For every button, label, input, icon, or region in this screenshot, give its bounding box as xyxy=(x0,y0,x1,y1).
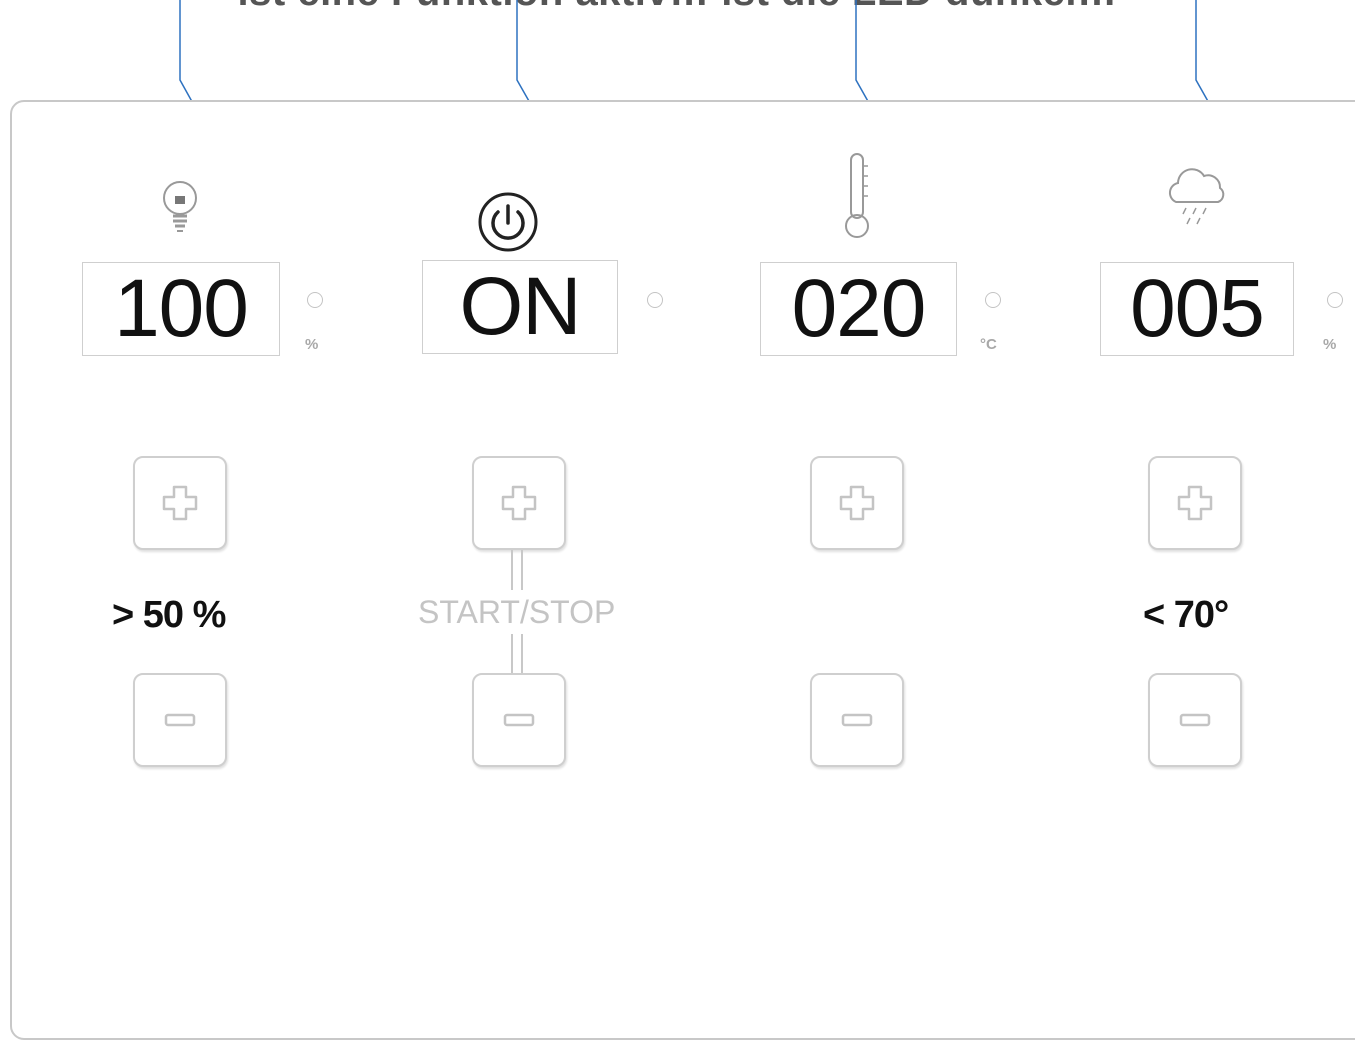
thermometer-icon xyxy=(845,153,869,238)
minus-button-channel-2[interactable] xyxy=(472,673,566,767)
plus-button-channel-2[interactable] xyxy=(472,456,566,550)
minus-icon xyxy=(503,713,535,727)
connector-line xyxy=(521,634,523,674)
minus-icon xyxy=(164,713,196,727)
light-bulb-icon xyxy=(163,181,197,232)
plus-icon xyxy=(1177,485,1213,521)
minus-button-channel-1[interactable] xyxy=(133,673,227,767)
minus-icon xyxy=(1179,713,1211,727)
connector-line xyxy=(511,550,513,590)
minus-icon xyxy=(841,713,873,727)
start-stop-label: START/STOP xyxy=(418,594,616,630)
unit-channel-1: % xyxy=(305,336,319,353)
led-channel-4 xyxy=(1327,292,1343,308)
display-channel-4: 005 xyxy=(1100,262,1294,356)
display-channel-3: 020 xyxy=(760,262,957,356)
display-channel-1: 100 xyxy=(82,262,280,356)
plus-button-channel-1[interactable] xyxy=(133,456,227,550)
plus-icon xyxy=(501,485,537,521)
power-icon xyxy=(478,192,538,252)
rain-cloud-icon xyxy=(1168,168,1225,225)
plus-button-channel-3[interactable] xyxy=(810,456,904,550)
unit-channel-3: °C xyxy=(980,336,997,353)
display-channel-2: ON xyxy=(422,260,618,354)
unit-channel-4: % xyxy=(1323,336,1337,353)
plus-icon xyxy=(162,485,198,521)
plus-button-channel-4[interactable] xyxy=(1148,456,1242,550)
connector-line xyxy=(521,550,523,590)
minus-button-channel-3[interactable] xyxy=(810,673,904,767)
minus-button-channel-4[interactable] xyxy=(1148,673,1242,767)
plus-icon xyxy=(839,485,875,521)
note-channel-4: < 70° xyxy=(1143,594,1229,636)
note-channel-1: > 50 % xyxy=(112,594,226,636)
connector-line xyxy=(511,634,513,674)
led-channel-2 xyxy=(647,292,663,308)
control-panel xyxy=(10,100,1355,1040)
led-channel-3 xyxy=(985,292,1001,308)
led-channel-1 xyxy=(307,292,323,308)
